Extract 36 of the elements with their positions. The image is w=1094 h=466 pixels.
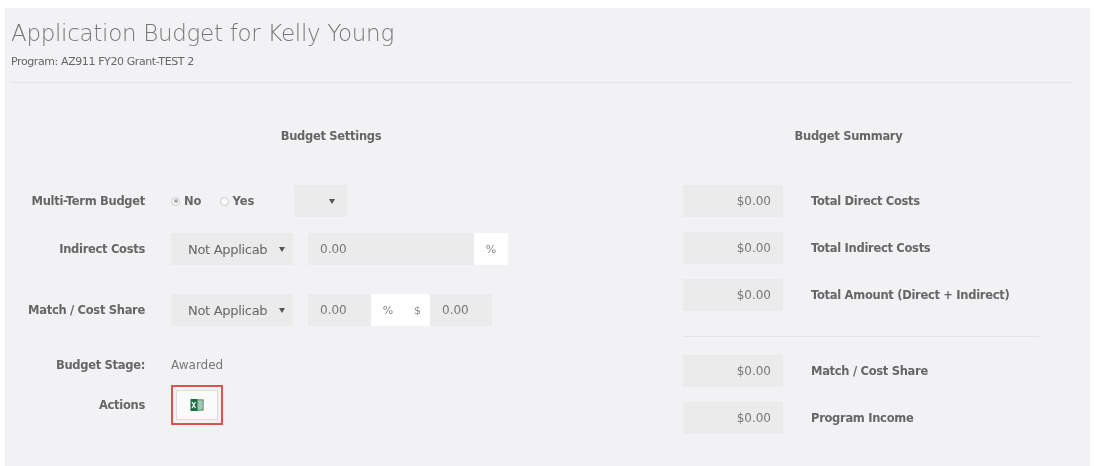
radio-option[interactable]: No <box>171 194 202 208</box>
summary-label: Program Income <box>811 410 914 425</box>
stage-value: Awarded <box>171 358 224 372</box>
unit-label: $ <box>405 294 430 326</box>
page-title: Application Budget for Kelly Young <box>11 19 395 48</box>
field-label: Budget Stage: <box>55 358 145 372</box>
section-heading: Budget Summary <box>793 129 904 145</box>
amount-field: $0.00 <box>683 231 783 264</box>
input-field[interactable]: 0.00 <box>308 233 474 265</box>
unit-label: % <box>371 294 405 326</box>
field-label: Multi-Term Budget <box>30 194 145 208</box>
select-field[interactable]: Not Applicab <box>171 233 293 265</box>
section-heading: Budget Settings <box>279 129 383 145</box>
summary-label: Total Indirect Costs <box>811 240 931 255</box>
program-label: Program: AZ911 FY20 Grant-TEST 2 <box>11 55 195 68</box>
spreadsheet-icon <box>190 398 204 412</box>
unit-label: % <box>474 233 508 265</box>
field-label: Indirect Costs <box>58 242 145 256</box>
amount-field: $0.00 <box>683 354 783 387</box>
export-button[interactable] <box>171 385 223 425</box>
amount-field: $0.00 <box>683 401 783 434</box>
amount-field: $0.00 <box>683 278 783 311</box>
amount-field: $0.00 <box>683 184 783 217</box>
radio-option[interactable]: Yes <box>219 194 255 208</box>
summary-label: Total Amount (Direct + Indirect) <box>811 287 1010 302</box>
field-label: Actions <box>98 398 145 412</box>
field-label: Match / Cost Share <box>27 303 145 317</box>
summary-label: Total Direct Costs <box>811 193 920 208</box>
summary-label: Match / Cost Share <box>811 363 928 378</box>
input-field[interactable]: 0.00 <box>430 294 492 326</box>
caret-icon <box>329 198 336 204</box>
caret-icon <box>279 246 285 252</box>
input-field[interactable]: 0.00 <box>308 294 371 326</box>
select-field[interactable]: Not Applicab <box>171 294 293 326</box>
select-field[interactable] <box>294 185 348 217</box>
caret-icon <box>279 307 285 313</box>
